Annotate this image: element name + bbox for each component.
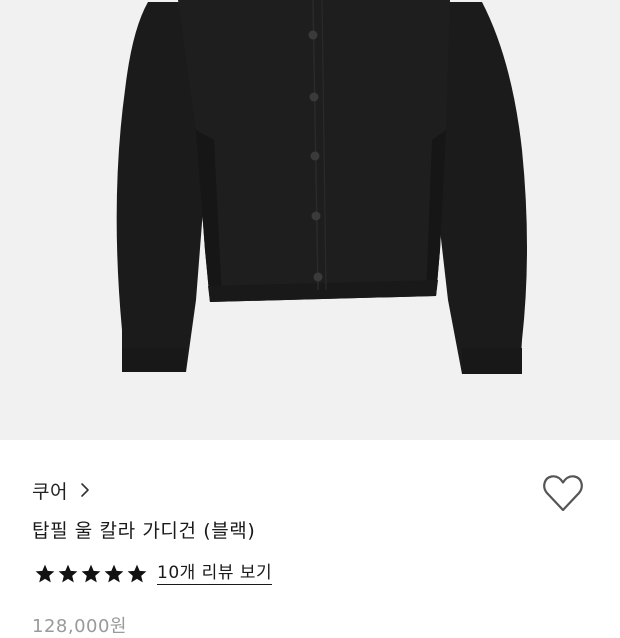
wishlist-button[interactable] bbox=[541, 472, 585, 514]
rating-stars bbox=[34, 563, 148, 585]
brand-link[interactable]: 쿠어 bbox=[32, 476, 90, 504]
star-icon bbox=[81, 564, 101, 583]
rating-row: 10개 리뷰 보기 bbox=[34, 560, 273, 588]
product-price: 128,000원 bbox=[32, 616, 127, 637]
cardigan-photo bbox=[116, 0, 527, 374]
star-icon bbox=[127, 564, 147, 583]
star-icon bbox=[35, 564, 55, 583]
brand-name: 쿠어 bbox=[32, 480, 68, 503]
review-link[interactable]: 10개 리뷰 보기 bbox=[157, 563, 273, 585]
heart-outline-icon bbox=[543, 475, 583, 512]
star-icon bbox=[58, 564, 78, 583]
product-title: 탑필 울 칼라 가디건 (블랙) bbox=[32, 520, 256, 542]
chevron-right-icon bbox=[80, 482, 90, 498]
product-info: 쿠어 탑필 울 칼라 가디건 (블랙) 10개 리뷰 보기 128,000원 bbox=[0, 440, 620, 637]
product-image[interactable] bbox=[0, 0, 620, 440]
star-icon bbox=[104, 564, 124, 583]
